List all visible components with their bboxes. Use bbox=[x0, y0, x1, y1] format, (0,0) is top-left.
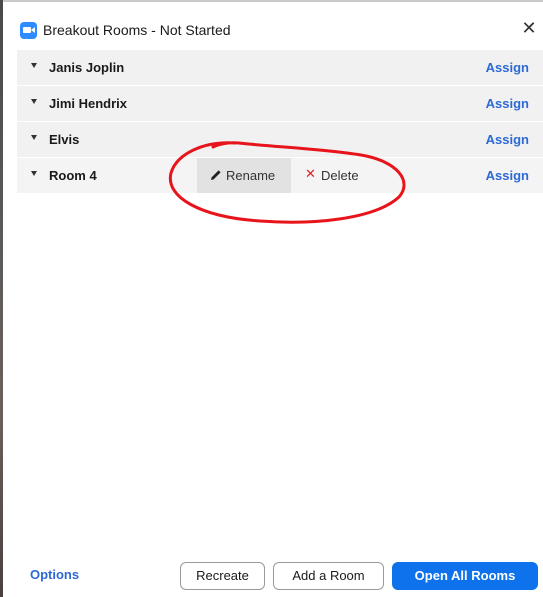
recreate-button[interactable]: Recreate bbox=[180, 562, 265, 590]
assign-button[interactable]: Assign bbox=[486, 168, 529, 183]
room-row[interactable]: Jimi Hendrix Assign bbox=[17, 86, 543, 121]
assign-button[interactable]: Assign bbox=[486, 132, 529, 147]
room-name: Elvis bbox=[49, 132, 80, 147]
delete-label: Delete bbox=[321, 168, 359, 183]
room-name: Janis Joplin bbox=[49, 60, 125, 75]
chevron-down-icon[interactable] bbox=[31, 99, 37, 104]
options-link[interactable]: Options bbox=[30, 567, 79, 582]
close-x-icon: ✕ bbox=[305, 166, 316, 181]
delete-button[interactable]: ✕ Delete bbox=[291, 158, 375, 193]
assign-button[interactable]: Assign bbox=[486, 96, 529, 111]
assign-button[interactable]: Assign bbox=[486, 60, 529, 75]
add-room-button[interactable]: Add a Room bbox=[273, 562, 384, 590]
room-name: Jimi Hendrix bbox=[49, 96, 128, 111]
chevron-down-icon[interactable] bbox=[31, 63, 37, 68]
zoom-camera-icon bbox=[20, 22, 37, 39]
rename-button[interactable]: Rename bbox=[197, 158, 291, 193]
room-row[interactable]: Janis Joplin Assign bbox=[17, 50, 543, 85]
rename-label: Rename bbox=[226, 168, 276, 183]
room-row[interactable]: Elvis Assign bbox=[17, 122, 543, 157]
breakout-rooms-window: Breakout Rooms - Not Started ✕ Janis Jop… bbox=[0, 0, 543, 597]
window-title: Breakout Rooms - Not Started bbox=[43, 22, 231, 38]
chevron-down-icon[interactable] bbox=[31, 135, 37, 140]
window-left-edge bbox=[0, 0, 3, 597]
close-button[interactable]: ✕ bbox=[519, 18, 539, 38]
chevron-down-icon[interactable] bbox=[31, 171, 37, 176]
title-bar: Breakout Rooms - Not Started ✕ bbox=[3, 2, 543, 46]
room-name: Room 4 bbox=[49, 168, 97, 183]
pencil-icon bbox=[211, 170, 221, 180]
room-row-hovered[interactable]: Room 4 Rename ✕ Delete Assign bbox=[17, 158, 543, 193]
open-all-rooms-button[interactable]: Open All Rooms bbox=[392, 562, 538, 590]
footer-bar: Options Recreate Add a Room Open All Roo… bbox=[3, 555, 543, 597]
